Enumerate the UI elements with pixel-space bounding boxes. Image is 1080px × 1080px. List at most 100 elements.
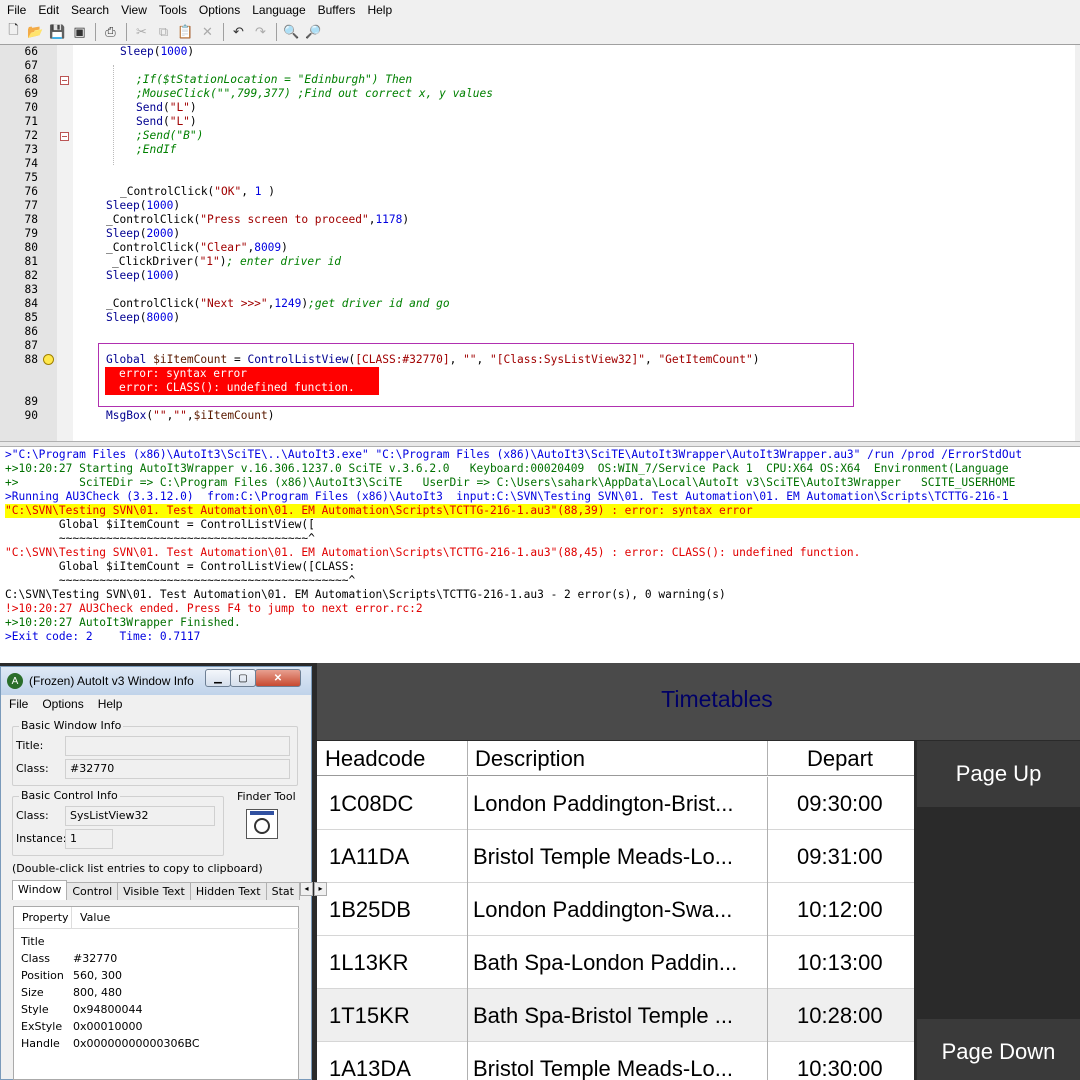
wi-menu-help[interactable]: Help [98, 697, 123, 711]
property-row[interactable]: Style 0x94800044 [14, 1001, 300, 1018]
replace-icon[interactable]: 🔎 [304, 23, 323, 42]
tab-stat[interactable]: Stat [265, 882, 300, 900]
property-row[interactable]: Title [14, 933, 300, 950]
row-headcode: 1C08DC [329, 791, 414, 816]
menu-language[interactable]: Language [245, 3, 310, 17]
menu-buffers[interactable]: Buffers [311, 3, 361, 17]
tab-scroll-right-icon[interactable]: ▸ [313, 882, 327, 896]
editor-scrollbar[interactable] [1075, 45, 1080, 441]
property-list[interactable]: Property Value Title Class #32770 Position 5… [13, 906, 300, 1080]
menu-view[interactable]: View [114, 3, 152, 17]
code-line[interactable]: 83 [0, 283, 1076, 297]
tab-window[interactable]: Window [12, 880, 68, 900]
code-line[interactable]: 72 ;Send("B") [0, 129, 1076, 143]
tab-hidden-text[interactable]: Hidden Text [189, 882, 267, 900]
code-line[interactable]: 71 Send("L") [0, 115, 1076, 129]
code-editor[interactable]: 66 Sleep(1000) 67 68 ;If($tStationLocation =… [0, 45, 1080, 441]
control-class-label: Class: [16, 809, 49, 822]
open-folder-icon[interactable]: 📂 [26, 23, 45, 42]
code-line[interactable]: 78 _ControlClick("Press screen to proceed… [0, 213, 1076, 227]
column-header-value[interactable]: Value [72, 907, 300, 929]
property-row[interactable]: Class #32770 [14, 950, 300, 967]
cut-icon[interactable]: ✂ [132, 23, 151, 42]
code-line[interactable]: 66 Sleep(1000) [0, 45, 1076, 59]
code-line[interactable]: 81 _ClickDriver("1"); enter driver id [0, 255, 1076, 269]
code-line[interactable]: 69 ;MouseClick("",799,377) ;Find out corr… [0, 87, 1076, 101]
window-title-field[interactable] [65, 736, 290, 756]
save-icon[interactable]: 💾 [48, 23, 67, 42]
wi-menu-file[interactable]: File [9, 697, 28, 711]
menu-search[interactable]: Search [64, 3, 114, 17]
column-header-description[interactable]: Description [467, 741, 585, 776]
menu-options[interactable]: Options [192, 3, 245, 17]
column-header-property[interactable]: Property [14, 907, 72, 929]
code-line[interactable]: 74 [0, 157, 1076, 171]
menu-file[interactable]: File [0, 3, 31, 17]
property-row[interactable]: Handle 0x00000000000306BC [14, 1035, 300, 1052]
output-line: "C:\SVN\Testing SVN\01. Test Automation\… [5, 504, 1080, 518]
delete-icon[interactable]: ✕ [198, 23, 217, 42]
redo-icon[interactable]: ↷ [251, 23, 270, 42]
timetable-list[interactable]: Headcode Description Depart 1C08DC London… [317, 741, 914, 1080]
class-label: Class: [16, 762, 49, 775]
menu-edit[interactable]: Edit [31, 3, 64, 17]
code-line[interactable]: 76 _ControlClick("OK", 1 ) [0, 185, 1076, 199]
menu-tools[interactable]: Tools [152, 3, 192, 17]
property-row[interactable]: ExStyle 0x00010000 [14, 1018, 300, 1035]
line-number: 76 [24, 185, 38, 198]
code-line[interactable]: 82 Sleep(1000) [0, 269, 1076, 283]
timetable-row[interactable]: 1B25DB London Paddington-Swa... 10:12:00 [317, 883, 914, 936]
code-line[interactable]: 80 _ControlClick("Clear",8009) [0, 241, 1076, 255]
control-class-field[interactable]: SysListView32 [65, 806, 215, 826]
finder-tool-icon[interactable] [246, 809, 278, 839]
maximize-icon[interactable]: ▢ [230, 669, 256, 687]
save-all-icon[interactable]: ▣ [70, 23, 89, 42]
code-text: Sleep(2000) [106, 227, 181, 240]
instance-field[interactable]: 1 [65, 829, 113, 849]
timetable-column-headers: Headcode Description Depart [317, 741, 914, 776]
output-pane[interactable]: >"C:\Program Files (x86)\AutoIt3\SciTE\.… [0, 447, 1080, 663]
page-up-button[interactable]: Page Up [917, 741, 1080, 807]
code-line[interactable]: 85 Sleep(8000) [0, 311, 1076, 325]
new-file-icon[interactable]: 🗋 [4, 23, 23, 42]
code-line[interactable]: 79 Sleep(2000) [0, 227, 1076, 241]
code-line[interactable]: 73 ;EndIf [0, 143, 1076, 157]
fold-toggle-icon[interactable] [60, 76, 69, 85]
line-number: 81 [24, 255, 38, 268]
undo-icon[interactable]: ↶ [229, 23, 248, 42]
property-row[interactable]: Size 800, 480 [14, 984, 300, 1001]
tab-scroll-left-icon[interactable]: ◂ [299, 882, 313, 896]
tab-control[interactable]: Control [66, 882, 119, 900]
timetable-row[interactable]: 1C08DC London Paddington-Brist... 09:30:00 [317, 777, 914, 830]
column-header-depart[interactable]: Depart [799, 741, 873, 776]
fold-toggle-icon[interactable] [60, 132, 69, 141]
row-depart: 10:28:00 [797, 1003, 883, 1028]
property-value: 0x00010000 [73, 1020, 143, 1033]
print-icon[interactable]: ⎙ [101, 23, 120, 42]
timetable-row[interactable]: 1L13KR Bath Spa-London Paddin... 10:13:00 [317, 936, 914, 989]
property-row[interactable]: Position 560, 300 [14, 967, 300, 984]
minimize-icon[interactable]: ▁ [205, 669, 231, 687]
wi-menu-options[interactable]: Options [42, 697, 83, 711]
page-down-button[interactable]: Page Down [917, 1019, 1080, 1080]
close-icon[interactable]: ✕ [255, 669, 301, 687]
menu-help[interactable]: Help [360, 3, 397, 17]
tab-visible-text[interactable]: Visible Text [117, 882, 191, 900]
find-icon[interactable]: 🔍 [282, 23, 301, 42]
column-header-headcode[interactable]: Headcode [317, 741, 425, 776]
code-line[interactable]: 84 _ControlClick("Next >>>",1249);get dri… [0, 297, 1076, 311]
timetable-row[interactable]: 1A13DA Bristol Temple Meads-Lo... 10:30:00 [317, 1042, 914, 1080]
code-line[interactable]: 67 [0, 59, 1076, 73]
code-line[interactable]: 75 [0, 171, 1076, 185]
copy-icon[interactable]: ⧉ [154, 23, 173, 42]
code-line[interactable]: 70 Send("L") [0, 101, 1076, 115]
paste-icon[interactable]: 📋 [176, 23, 195, 42]
timetable-row[interactable]: 1T15KR Bath Spa-Bristol Temple ... 10:28:0… [317, 989, 914, 1042]
code-line[interactable]: 90 MsgBox("","",$iItemCount) [0, 409, 1076, 423]
window-class-field[interactable]: #32770 [65, 759, 290, 779]
code-line[interactable]: 68 ;If($tStationLocation = "Edinburgh") T… [0, 73, 1076, 87]
code-line[interactable]: 86 [0, 325, 1076, 339]
code-line[interactable]: 77 Sleep(1000) [0, 199, 1076, 213]
column-divider [467, 989, 468, 1042]
timetable-row[interactable]: 1A11DA Bristol Temple Meads-Lo... 09:31:00 [317, 830, 914, 883]
